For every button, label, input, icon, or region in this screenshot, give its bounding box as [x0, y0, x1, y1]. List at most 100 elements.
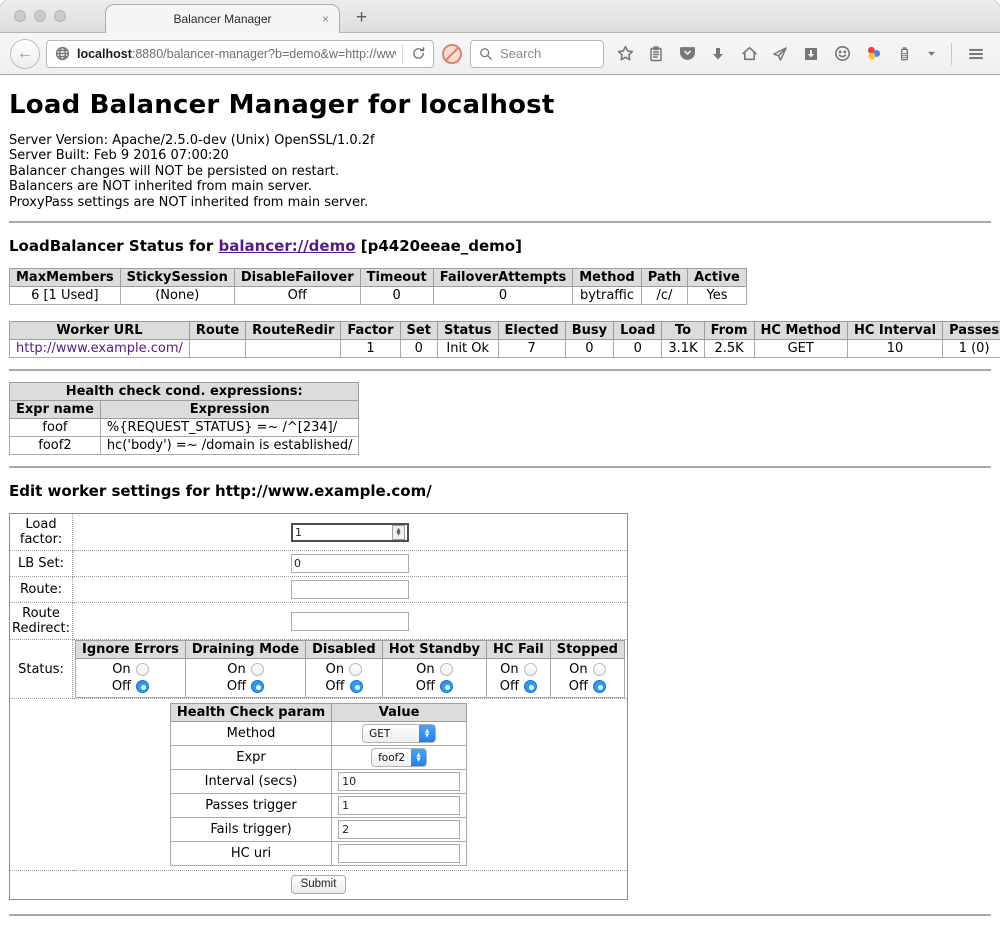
- proxypass-note-line: ProxyPass settings are NOT inherited fro…: [9, 195, 991, 210]
- column-header: To: [662, 322, 704, 340]
- chat-smiley-icon[interactable]: [833, 45, 851, 63]
- off-label: Off: [325, 678, 344, 695]
- off-label: Off: [112, 678, 131, 695]
- toolbar-icons: [616, 43, 1000, 65]
- cell: 0: [360, 287, 433, 305]
- close-window-button[interactable]: [14, 10, 26, 22]
- tab-balancer-manager[interactable]: Balancer Manager ×: [105, 4, 340, 33]
- radio-disabled-on[interactable]: [349, 663, 362, 676]
- bookmark-star-icon[interactable]: [616, 45, 634, 63]
- radio-draining-mode-on[interactable]: [251, 663, 264, 676]
- status-label: Status:: [10, 640, 73, 699]
- expr-select[interactable]: foof2 ▲▼: [371, 748, 427, 767]
- cell: [189, 340, 245, 358]
- caret-down-icon[interactable]: [926, 45, 936, 63]
- table-title-row: Health check cond. expressions:: [10, 383, 359, 401]
- on-label: On: [500, 661, 518, 678]
- cell: 7: [498, 340, 565, 358]
- table-header-row: Worker URL Route RouteRedir Factor Set S…: [10, 322, 1000, 340]
- reload-icon[interactable]: [409, 45, 427, 63]
- battery-icon[interactable]: [895, 45, 913, 63]
- submit-button[interactable]: Submit: [291, 875, 347, 894]
- radio-stopped-on[interactable]: [593, 663, 606, 676]
- hc-uri-field[interactable]: [338, 844, 460, 863]
- column-header: Expression: [100, 401, 359, 419]
- route-redirect-input[interactable]: [294, 615, 406, 628]
- radio-ignore-errors-off[interactable]: [136, 680, 149, 693]
- url-text[interactable]: localhost:8880/balancer-manager?b=demo&w…: [77, 47, 396, 61]
- menu-hamburger-icon[interactable]: [967, 45, 985, 63]
- load-factor-input[interactable]: [295, 526, 392, 539]
- radio-draining-mode-off[interactable]: [251, 680, 264, 693]
- lb-set-label: LB Set:: [10, 551, 73, 577]
- search-bar[interactable]: [470, 40, 604, 68]
- column-header: Busy: [565, 322, 613, 340]
- load-factor-field[interactable]: ▲▼: [291, 523, 409, 542]
- column-header: Path: [641, 269, 687, 287]
- lb-status-prefix: LoadBalancer Status for: [9, 237, 218, 255]
- expr-name: foof: [10, 419, 101, 437]
- route-field[interactable]: [291, 580, 409, 599]
- number-stepper-icon[interactable]: ▲▼: [392, 525, 405, 540]
- radio-ignore-errors-on[interactable]: [136, 663, 149, 676]
- tab-title: Balancer Manager: [173, 12, 271, 26]
- interval-input[interactable]: [342, 775, 456, 788]
- off-label: Off: [416, 678, 435, 695]
- table-header-row: Expr name Expression: [10, 401, 359, 419]
- minimize-window-button[interactable]: [34, 10, 46, 22]
- reading-list-icon[interactable]: [647, 45, 665, 63]
- save-page-icon[interactable]: [802, 45, 820, 63]
- method-label: Method: [170, 722, 331, 746]
- status-cell-disabled: On Off: [306, 659, 383, 698]
- new-tab-button[interactable]: +: [356, 8, 367, 27]
- column-header: From: [704, 322, 754, 340]
- radio-hc-fail-off[interactable]: [524, 680, 537, 693]
- lb-set-field[interactable]: [291, 554, 409, 573]
- radio-disabled-off[interactable]: [350, 680, 363, 693]
- interval-field[interactable]: [338, 772, 460, 791]
- back-arrow-icon: ←: [17, 45, 33, 63]
- column-header: Active: [688, 269, 747, 287]
- radio-hot-standby-on[interactable]: [440, 663, 453, 676]
- form-row-route: Route:: [10, 577, 628, 603]
- send-icon[interactable]: [771, 45, 789, 63]
- table-row: foof %{REQUEST_STATUS} =~ /^[234]/: [10, 419, 359, 437]
- worker-row: http://www.example.com/ 1 0 Init Ok 7 0 …: [10, 340, 1000, 358]
- passes-field[interactable]: [338, 796, 460, 815]
- cell: (None): [120, 287, 234, 305]
- cell: /c/: [641, 287, 687, 305]
- radio-hot-standby-off[interactable]: [440, 680, 453, 693]
- hc-uri-input[interactable]: [342, 847, 456, 860]
- tab-close-icon[interactable]: ×: [322, 13, 329, 25]
- adblock-icon[interactable]: [442, 44, 462, 64]
- route-input[interactable]: [294, 583, 406, 596]
- fails-input[interactable]: [342, 823, 456, 836]
- balancer-demo-link[interactable]: balancer://demo: [218, 237, 355, 255]
- lb-set-input[interactable]: [294, 557, 406, 570]
- cell: 10: [847, 340, 942, 358]
- column-header: Expr name: [10, 401, 101, 419]
- back-button[interactable]: ←: [10, 39, 40, 69]
- column-header: Load: [614, 322, 662, 340]
- column-header: Draining Mode: [185, 641, 305, 659]
- passes-input[interactable]: [342, 799, 456, 812]
- cell: 0: [614, 340, 662, 358]
- radio-stopped-off[interactable]: [593, 680, 606, 693]
- passes-label: Passes trigger: [170, 794, 331, 818]
- extension-dots-icon[interactable]: [864, 45, 882, 63]
- home-icon[interactable]: [740, 45, 758, 63]
- pocket-icon[interactable]: [678, 45, 696, 63]
- route-redirect-field[interactable]: [291, 612, 409, 631]
- fails-field[interactable]: [338, 820, 460, 839]
- search-input[interactable]: [500, 46, 590, 61]
- on-label: On: [227, 661, 245, 678]
- url-bar[interactable]: localhost:8880/balancer-manager?b=demo&w…: [46, 40, 434, 68]
- column-header: Route: [189, 322, 245, 340]
- downloads-icon[interactable]: [709, 45, 727, 63]
- radio-hc-fail-on[interactable]: [524, 663, 537, 676]
- worker-url-link[interactable]: http://www.example.com/: [16, 341, 183, 356]
- column-header: Value: [332, 704, 467, 722]
- method-select[interactable]: GET ▲▼: [362, 724, 436, 743]
- maximize-window-button[interactable]: [54, 10, 66, 22]
- cell: 0: [400, 340, 437, 358]
